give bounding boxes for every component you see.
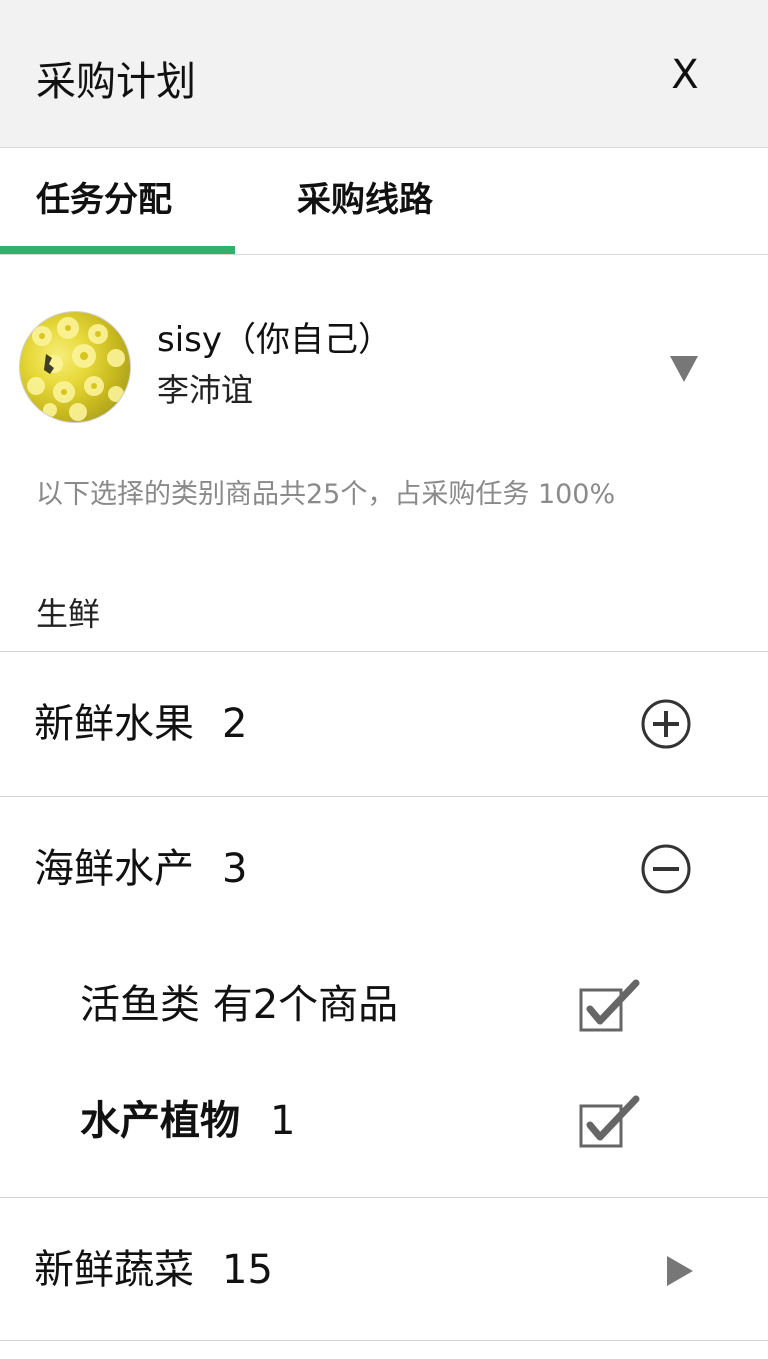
subcategory-count: 1 bbox=[270, 1098, 296, 1144]
plus-circle-icon[interactable] bbox=[640, 698, 692, 750]
category-title: 新鲜蔬菜 15 bbox=[34, 1244, 273, 1296]
category-row-fruit[interactable]: 新鲜水果 2 bbox=[0, 651, 768, 796]
subcategory-live-fish: 活鱼类 有2个商品 bbox=[80, 979, 398, 1031]
avatar bbox=[19, 311, 131, 423]
category-title: 新鲜水果 2 bbox=[34, 698, 247, 750]
yellow-flowers-avatar-icon bbox=[27, 317, 125, 421]
category-title: 海鲜水产 3 bbox=[34, 843, 247, 895]
triangle-down-icon[interactable] bbox=[670, 356, 698, 382]
page-title: 采购计划 bbox=[36, 59, 196, 105]
selection-summary: 以下选择的类别商品共25个，占采购任务 100% bbox=[36, 479, 616, 510]
triangle-right-icon[interactable] bbox=[665, 1256, 695, 1286]
category-row-seafood[interactable]: 海鲜水产 3 活鱼类 有2个商品 水产植物 1 bbox=[0, 796, 768, 1197]
assignee-selector[interactable]: sisy（你自己） 李沛谊 bbox=[0, 300, 768, 430]
section-label-fresh: 生鲜 bbox=[36, 595, 101, 633]
tab-purchase-route[interactable]: 采购线路 bbox=[297, 178, 433, 222]
subcategory-label: 水产植物 bbox=[80, 1098, 240, 1144]
checkbox-checked-icon[interactable] bbox=[578, 977, 642, 1041]
category-row-vegetables[interactable]: 新鲜蔬菜 15 bbox=[0, 1197, 768, 1340]
category-name: 新鲜蔬菜 bbox=[34, 1247, 194, 1293]
assignee-real-name: 李沛谊 bbox=[157, 371, 254, 409]
subcategory-label: 活鱼类 有2个商品 bbox=[80, 982, 399, 1028]
tab-bar: 任务分配 采购线路 bbox=[0, 148, 768, 255]
header-bar: 采购计划 X bbox=[0, 0, 768, 148]
category-count: 15 bbox=[222, 1247, 273, 1293]
tab-task-assignment[interactable]: 任务分配 bbox=[36, 178, 172, 222]
active-tab-indicator bbox=[0, 246, 235, 254]
checkbox-checked-icon[interactable] bbox=[578, 1093, 642, 1157]
subcategory-aquatic-plants: 水产植物 1 bbox=[80, 1095, 295, 1147]
close-button[interactable]: X bbox=[660, 48, 710, 102]
category-name: 新鲜水果 bbox=[34, 701, 194, 747]
category-name: 海鲜水产 bbox=[34, 846, 194, 892]
assignee-name: sisy（你自己） bbox=[157, 320, 392, 360]
category-count: 3 bbox=[222, 846, 248, 892]
category-count: 2 bbox=[222, 701, 248, 747]
minus-circle-icon[interactable] bbox=[640, 843, 692, 895]
divider bbox=[0, 1340, 768, 1341]
